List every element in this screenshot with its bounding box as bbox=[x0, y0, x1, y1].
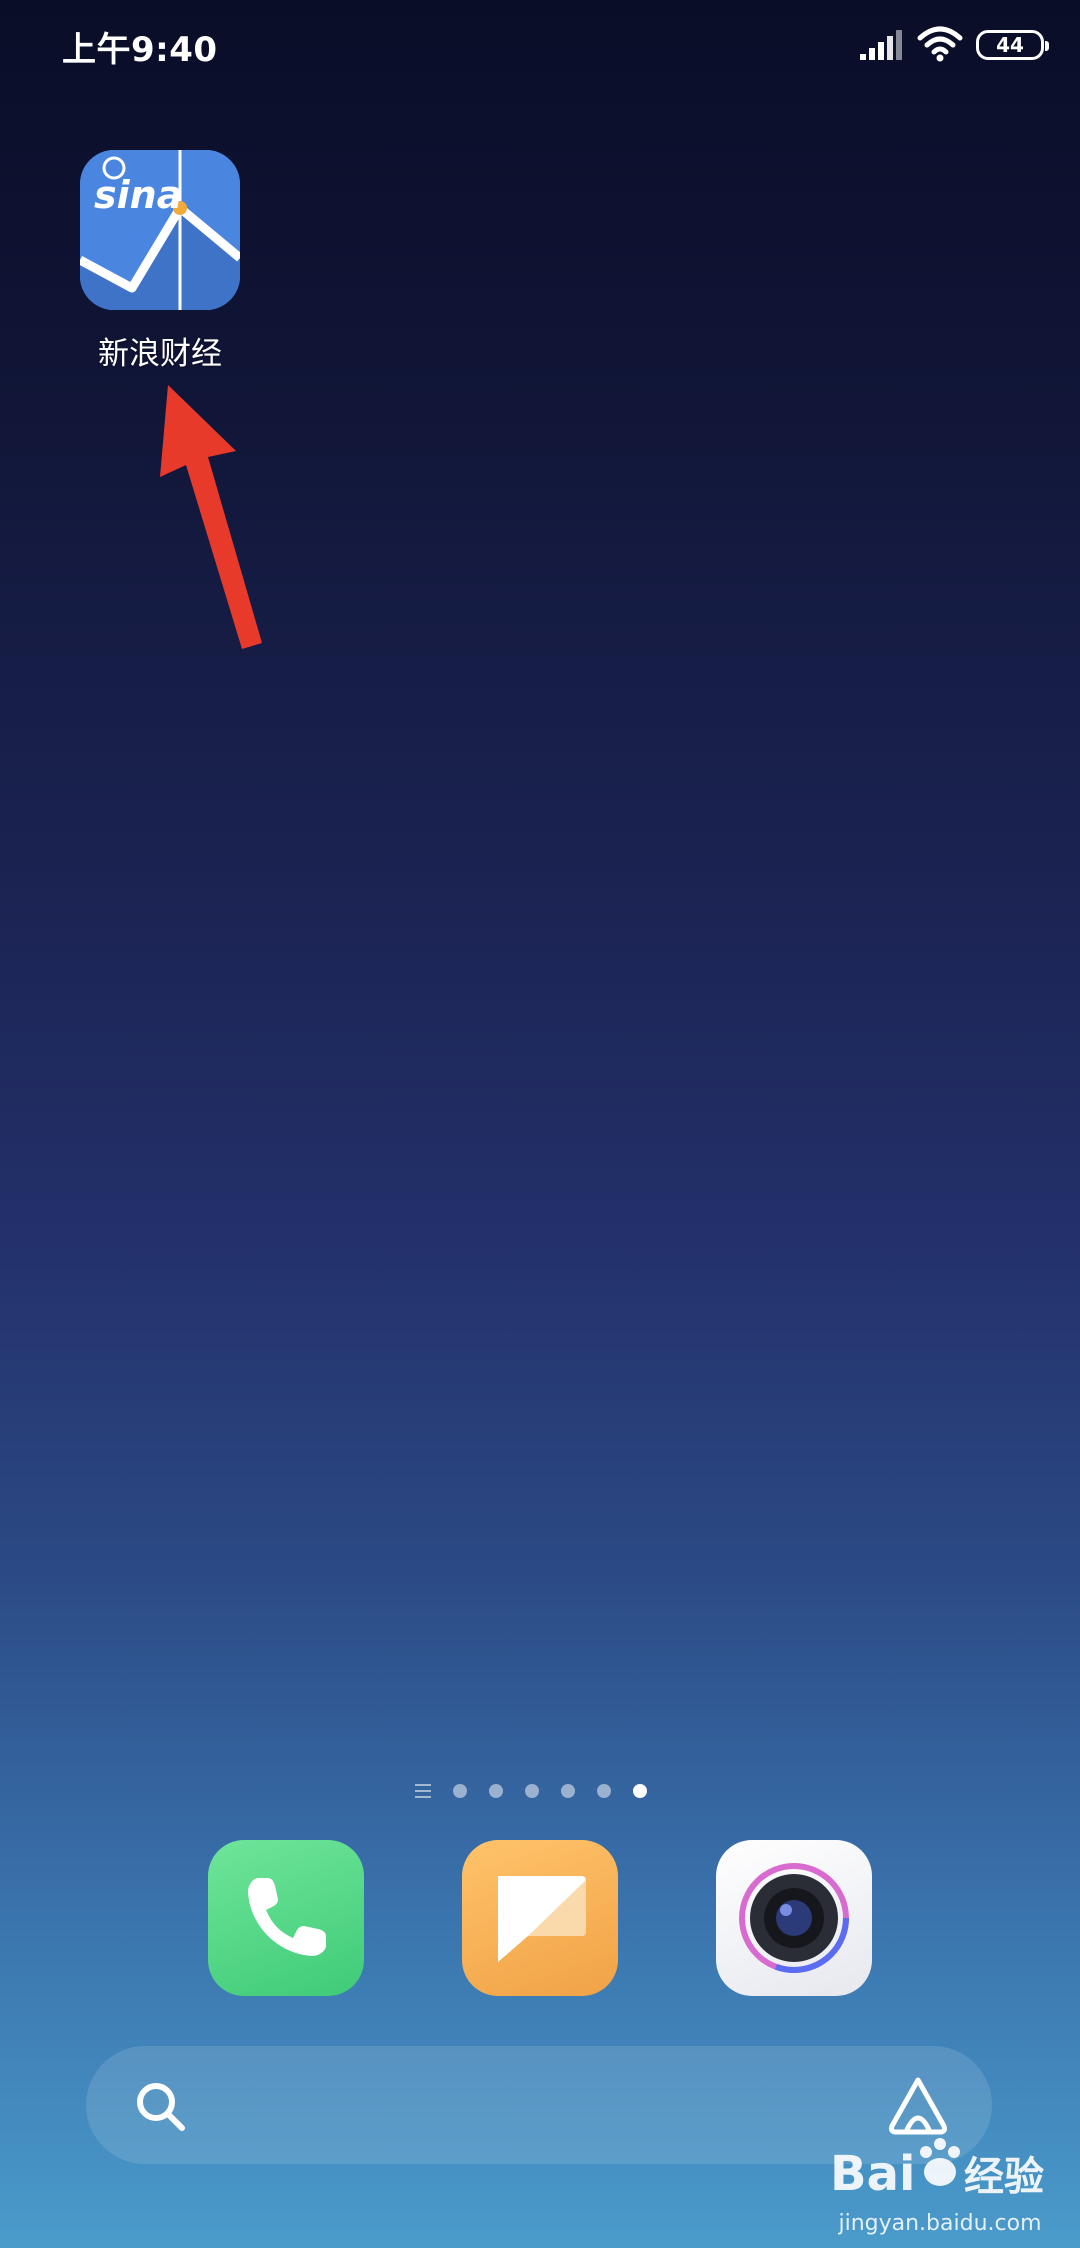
page-dot[interactable] bbox=[561, 1784, 575, 1798]
sina-finance-icon[interactable]: sina bbox=[80, 150, 240, 310]
wifi-icon bbox=[917, 26, 963, 62]
svg-text:sina: sina bbox=[94, 173, 182, 217]
page-dot[interactable] bbox=[453, 1784, 467, 1798]
battery-level: 44 bbox=[996, 33, 1024, 57]
signal-icon bbox=[860, 30, 902, 60]
battery-icon: 44 bbox=[976, 30, 1049, 60]
status-time: 上午9:40 bbox=[62, 30, 218, 70]
app-label: 新浪财经 bbox=[98, 336, 222, 372]
phone-app[interactable] bbox=[208, 1840, 364, 1996]
annotation-arrow bbox=[160, 385, 262, 649]
baidu-paw-icon: Bai 经验 bbox=[830, 2138, 1044, 2202]
page-dot-active[interactable] bbox=[633, 1784, 647, 1798]
baidu-watermark: Bai 经验 jingyan.baidu.com bbox=[830, 2120, 1050, 2240]
camera-app[interactable] bbox=[716, 1840, 872, 1996]
menu-lines-icon bbox=[415, 1784, 431, 1798]
status-bar: 上午9:40 44 bbox=[0, 0, 1080, 90]
svg-text:经验: 经验 bbox=[964, 2154, 1044, 2200]
page-dot[interactable] bbox=[597, 1784, 611, 1798]
svg-text:Bai: Bai bbox=[830, 2146, 915, 2202]
app-sina-finance[interactable]: sina 新浪财经 bbox=[60, 150, 260, 380]
watermark-text: jingyan.baidu.com bbox=[838, 2211, 1042, 2236]
page-indicator bbox=[415, 1779, 675, 1803]
page-dot[interactable] bbox=[489, 1784, 503, 1798]
page-dot[interactable] bbox=[525, 1784, 539, 1798]
search-icon[interactable] bbox=[134, 2080, 190, 2136]
messages-app[interactable] bbox=[462, 1840, 618, 1996]
camera-icon bbox=[739, 1863, 849, 1973]
messages-icon bbox=[498, 1876, 586, 1962]
phone-icon bbox=[248, 1878, 326, 1956]
